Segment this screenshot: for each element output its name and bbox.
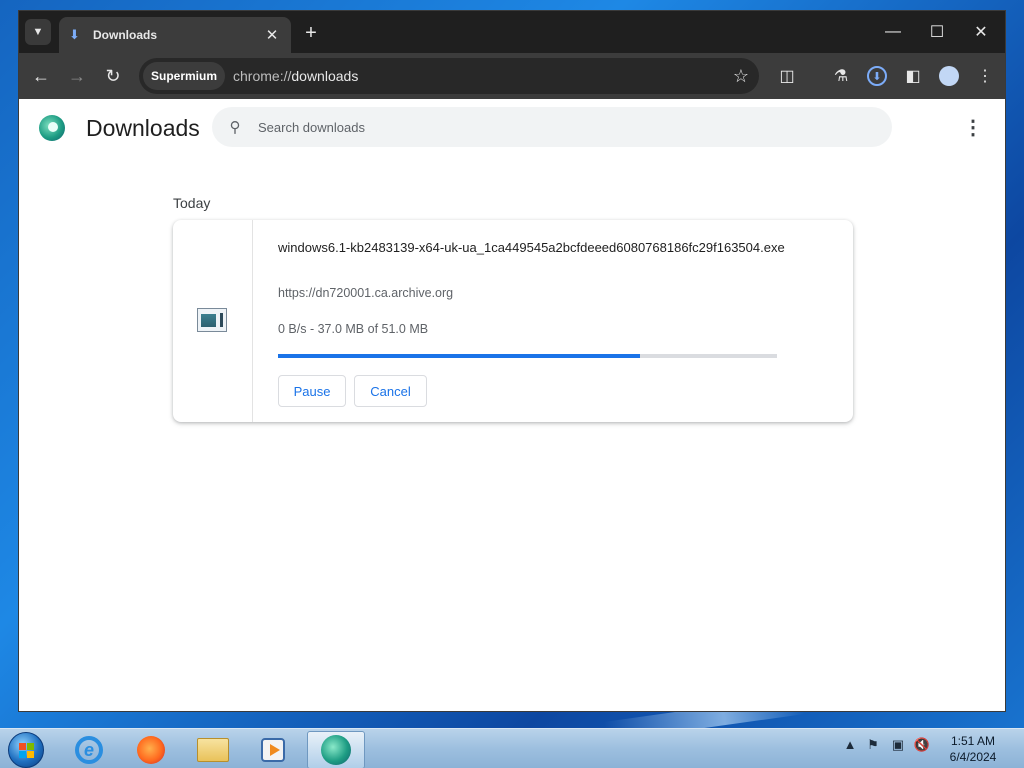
browser-taskbar-button[interactable] [307,731,365,768]
downloads-page: Downloads ⚲ ⋮ Today windows6.1-kb2483139… [19,99,1005,711]
tab-search-button[interactable]: ▼ [25,19,51,45]
maximize-button[interactable]: ☐ [915,19,959,45]
clock-date: 6/4/2024 [949,750,997,764]
reload-button[interactable]: ↻ [101,64,125,88]
tab-title: Downloads [93,28,158,42]
close-tab-icon[interactable]: ✕ [263,26,281,44]
url-text[interactable]: chrome://downloads [233,68,723,84]
media-player-taskbar-button[interactable] [244,731,302,768]
download-status: 0 B/s - 37.0 MB of 51.0 MB [278,322,429,336]
back-button[interactable]: ← [29,64,53,88]
download-progress-bar [278,354,777,358]
action-center-flag-icon[interactable]: ⚑ [864,737,882,753]
browser-menu-icon[interactable]: ⋮ [973,64,997,88]
downloads-indicator-icon[interactable]: ⬇ [865,64,889,88]
page-header: Downloads ⚲ ⋮ [19,99,1005,157]
network-icon[interactable]: ▣ [888,737,908,753]
site-chip[interactable]: Supermium [143,62,226,90]
browser-toolbar: ← → ↻ Supermium chrome://downloads ☆ ◫ ⚗… [19,53,1005,99]
search-icon: ⚲ [229,119,241,136]
download-file-name[interactable]: windows6.1-kb2483139-x64-uk-ua_1ca449545… [278,238,788,258]
profile-avatar-icon[interactable] [937,64,961,88]
browser-logo-icon [39,115,65,141]
browser-window: ▼ ⬇ Downloads ✕ + — ☐ ✕ ← → ↻ Supermium … [18,10,1006,712]
installer-file-icon [197,308,227,332]
new-tab-button[interactable]: + [299,21,323,45]
address-bar[interactable]: Supermium chrome://downloads ☆ [139,58,759,94]
tab-downloads[interactable]: ⬇ Downloads ✕ [59,17,291,53]
download-icon: ⬇ [69,27,80,42]
download-source-url[interactable]: https://dn720001.ca.archive.org [278,286,453,300]
clock-time: 1:51 AM [950,734,996,748]
download-icon-column [173,220,253,422]
file-explorer-taskbar-button[interactable] [184,731,242,768]
extensions-icon[interactable]: ◫ [775,64,799,88]
volume-muted-icon[interactable]: 🔇 [912,737,932,753]
folder-icon [197,738,229,762]
tab-strip: ▼ ⬇ Downloads ✕ + — ☐ ✕ [19,11,1005,53]
search-bar[interactable]: ⚲ [212,107,892,147]
cancel-button[interactable]: Cancel [354,375,427,407]
show-hidden-icons-icon[interactable]: ▲ [842,737,858,752]
system-clock[interactable]: 1:51 AM 6/4/2024 [936,733,1010,765]
internet-explorer-icon: e [75,736,103,764]
forward-button[interactable]: → [65,64,89,88]
close-window-button[interactable]: ✕ [959,19,1003,45]
chevron-down-icon: ▼ [32,26,44,38]
start-button[interactable] [8,732,44,768]
search-input[interactable] [258,119,892,135]
minimize-button[interactable]: — [871,19,915,45]
bookmark-star-icon[interactable]: ☆ [723,66,759,87]
windows-logo-icon [19,743,35,759]
download-progress-fill [278,354,640,358]
firefox-icon [137,736,165,764]
page-menu-icon[interactable]: ⋮ [961,115,985,139]
side-panel-icon[interactable]: ◧ [901,64,925,88]
firefox-taskbar-button[interactable] [122,731,180,768]
taskbar: e ▲ ⚑ ▣ 🔇 1:51 AM 6/4/2024 [0,728,1024,768]
date-header: Today [173,195,211,211]
browser-icon [321,735,351,765]
download-item: windows6.1-kb2483139-x64-uk-ua_1ca449545… [173,220,853,422]
labs-flask-icon[interactable]: ⚗ [829,64,853,88]
media-player-icon [261,738,285,762]
page-title: Downloads [86,115,200,141]
pause-button[interactable]: Pause [278,375,346,407]
internet-explorer-taskbar-button[interactable]: e [60,731,118,768]
